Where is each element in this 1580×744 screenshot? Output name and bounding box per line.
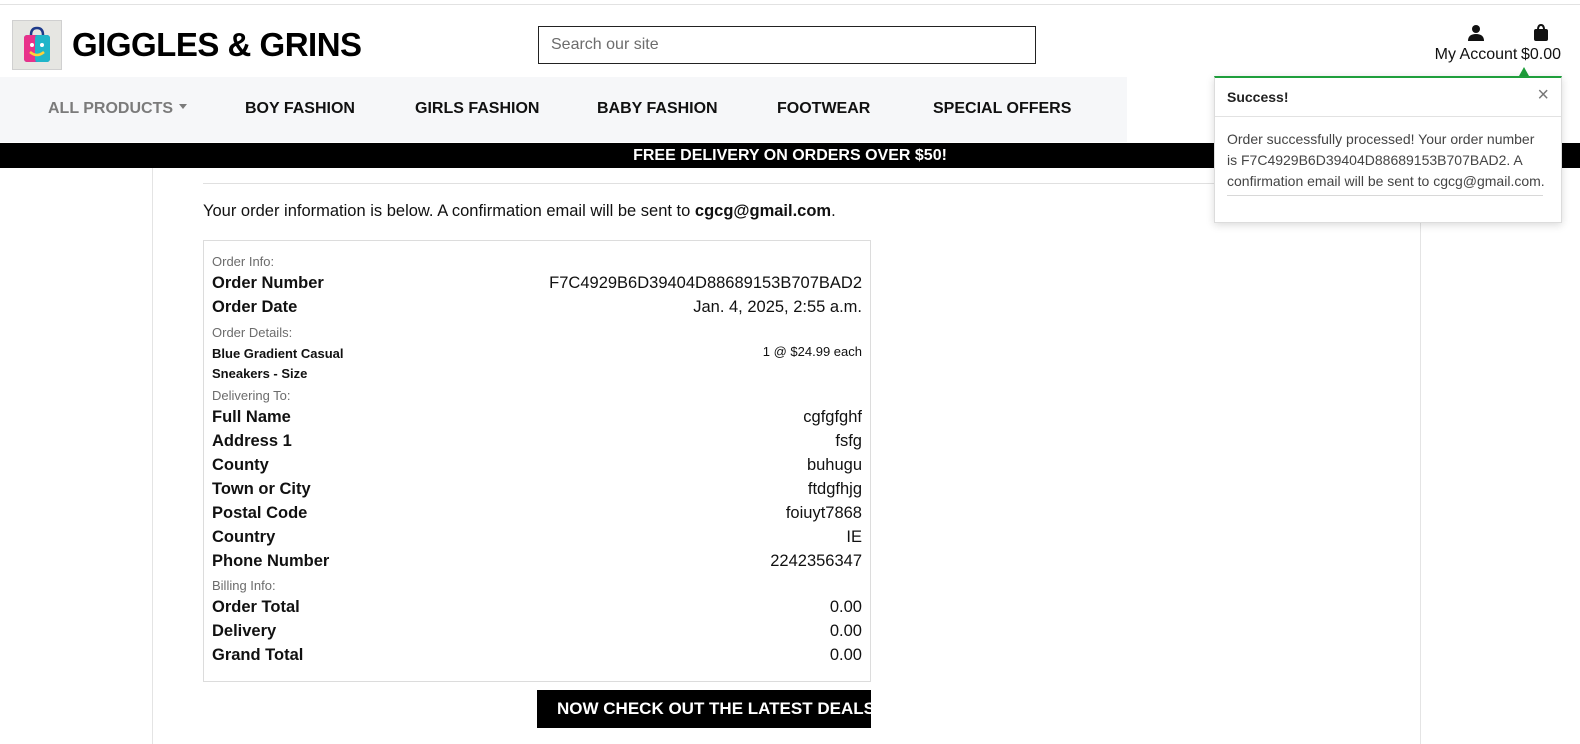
bag-total: $0.00 <box>1520 46 1562 63</box>
brand-name[interactable]: GIGGLES & GRINS <box>72 26 362 64</box>
delivery-row: Full Name cgfgfghf <box>212 408 862 427</box>
delivery-value: cgfgfghf <box>803 408 862 426</box>
delivery-label: Full Name <box>212 408 291 426</box>
nav-boy-fashion[interactable]: BOY FASHION <box>245 100 355 118</box>
divider <box>203 183 1363 184</box>
nav-footwear[interactable]: FOOTWEAR <box>777 100 870 118</box>
latest-deals-label: NOW CHECK OUT THE LATEST DEALS! <box>557 699 881 718</box>
order-date-value: Jan. 4, 2025, 2:55 a.m. <box>693 298 862 316</box>
latest-deals-button[interactable]: NOW CHECK OUT THE LATEST DEALS! <box>537 690 881 728</box>
delivery-label: Country <box>212 528 276 546</box>
toast-header: Success! × <box>1215 78 1561 117</box>
billing-row: Order Total 0.00 <box>212 598 862 617</box>
billing-value: 0.00 <box>829 598 862 616</box>
delivery-value: foiuyt7868 <box>785 504 862 522</box>
delivery-label: Phone Number <box>212 552 330 570</box>
delivering-to-heading: Delivering To: <box>212 388 291 403</box>
delivery-label: Postal Code <box>212 504 308 522</box>
my-account-label: My Account <box>1434 46 1518 63</box>
order-number-row: Order Number F7C4929B6D39404D88689153B70… <box>212 274 862 293</box>
billing-label: Order Total <box>212 598 300 616</box>
delivery-value: ftdgfhjg <box>807 480 862 498</box>
line-item-name: Blue Gradient Casual Sneakers - Size <box>212 346 344 381</box>
shopping-bag-smile-icon <box>24 26 50 62</box>
billing-value: 0.00 <box>829 622 862 640</box>
caret-down-icon <box>179 104 188 110</box>
billing-label: Grand Total <box>212 646 304 664</box>
order-details-heading: Order Details: <box>212 325 293 340</box>
billing-label: Delivery <box>212 622 277 640</box>
delivery-label: Address 1 <box>212 432 292 450</box>
nav-special-offers[interactable]: SPECIAL OFFERS <box>933 100 1071 118</box>
order-info-heading: Order Info: <box>212 254 275 269</box>
order-number-value: F7C4929B6D39404D88689153B707BAD2 <box>549 274 862 292</box>
top-border <box>0 4 1580 5</box>
delivery-row: Country IE <box>212 528 862 547</box>
delivery-row: Town or City ftdgfhjg <box>212 480 862 499</box>
nav-all-products[interactable]: ALL PRODUCTS <box>48 100 188 118</box>
line-item-qty: 1 @ $24.99 each <box>762 344 862 359</box>
delivery-value: fsfg <box>835 432 862 450</box>
billing-row: Delivery 0.00 <box>212 622 862 641</box>
toast-message: Order successfully processed! Your order… <box>1227 131 1545 189</box>
intro-text: Your order information is below. A confi… <box>203 202 695 220</box>
nav-baby-fashion[interactable]: BABY FASHION <box>597 100 718 118</box>
toast-title: Success! <box>1227 89 1289 105</box>
delivery-value: IE <box>846 528 862 546</box>
intro-end: . <box>831 202 836 220</box>
billing-info-heading: Billing Info: <box>212 578 276 593</box>
order-number-label: Order Number <box>212 274 324 292</box>
intro-email: cgcg@gmail.com <box>694 202 832 220</box>
delivery-value: buhugu <box>806 456 862 474</box>
delivery-row: County buhugu <box>212 456 862 475</box>
delivery-row: Address 1 fsfg <box>212 432 862 451</box>
order-date-row: Order Date Jan. 4, 2025, 2:55 a.m. <box>212 298 862 317</box>
order-summary: Order Info: Order Number F7C4929B6D39404… <box>203 240 871 682</box>
delivery-row: Phone Number 2242356347 <box>212 552 862 571</box>
delivery-label: County <box>212 456 269 474</box>
order-date-label: Order Date <box>212 298 298 316</box>
delivery-label: Town or City <box>212 480 311 498</box>
toast-divider <box>1227 195 1543 196</box>
line-item: Blue Gradient Casual Sneakers - Size 1 @… <box>212 344 862 384</box>
shopping-bag-icon <box>1516 23 1566 46</box>
delivery-value: 2242356347 <box>770 552 862 570</box>
billing-row: Grand Total 0.00 <box>212 646 862 665</box>
billing-value: 0.00 <box>829 646 862 664</box>
site-logo[interactable] <box>12 20 62 70</box>
nav-all-products-label: ALL PRODUCTS <box>48 100 174 117</box>
search-input[interactable] <box>538 26 1036 64</box>
delivery-row: Postal Code foiuyt7868 <box>212 504 862 523</box>
nav-girls-fashion[interactable]: GIRLS FASHION <box>415 100 539 118</box>
success-toast: Success! × Order successfully processed!… <box>1214 76 1562 223</box>
shopping-bag-link[interactable]: $0.00 <box>1516 23 1566 64</box>
order-intro: Your order information is below. A confi… <box>203 202 836 221</box>
toast-arrow <box>1519 67 1529 76</box>
close-icon[interactable]: × <box>1537 85 1549 105</box>
